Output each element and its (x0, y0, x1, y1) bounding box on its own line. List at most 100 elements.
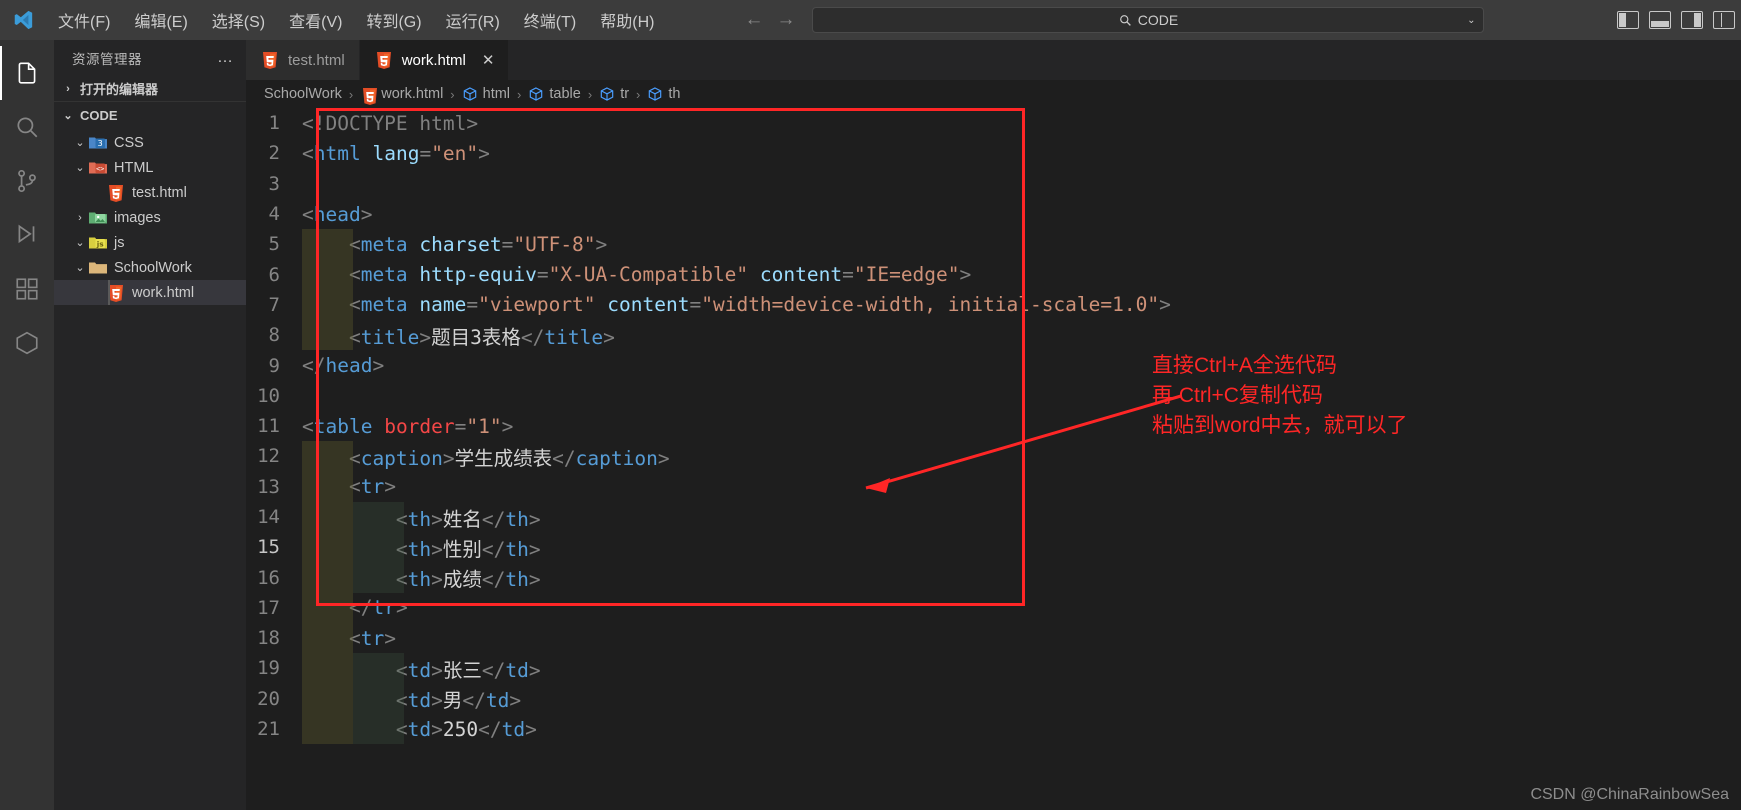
html5-icon (106, 183, 126, 203)
code-line[interactable]: 15 <th>性别</th> (246, 532, 1741, 563)
tree-item-label: test.html (132, 184, 187, 201)
breadcrumb-item-work-html[interactable]: work.html (360, 86, 443, 105)
code-line[interactable]: 9 </head> (246, 350, 1741, 380)
annotation-line: 粘贴到word中去，就可以了 (1152, 414, 1408, 437)
folder-icon (88, 258, 108, 278)
tree-item-css[interactable]: ⌄ 3 CSS (54, 130, 246, 155)
code-line[interactable]: 2 <html lang="en"> (246, 138, 1741, 168)
folder-images-icon (88, 208, 108, 228)
editor-tab-test-html[interactable]: test.html (246, 40, 360, 80)
breadcrumb-label: tr (620, 86, 630, 102)
breadcrumb-separator-icon: › (348, 86, 354, 102)
symbol-field-icon (647, 86, 663, 102)
search-icon (1119, 14, 1132, 27)
folder-html-icon: <> (88, 158, 108, 178)
menu-item-3[interactable]: 查看(V) (279, 5, 352, 35)
activity-explorer[interactable] (0, 46, 54, 100)
activity-bar (0, 40, 54, 810)
tree-item-html[interactable]: ⌄ <> HTML (54, 155, 246, 180)
breadcrumb-label: table (549, 86, 581, 102)
line-number: 15 (257, 536, 280, 559)
code-line[interactable]: 18 <tr> (246, 623, 1741, 654)
editor-area: test.html work.html ✕ SchoolWork › work.html… (246, 40, 1741, 810)
activity-search[interactable] (0, 100, 54, 154)
line-number: 21 (257, 718, 280, 741)
activity-remote-explorer[interactable] (0, 316, 54, 370)
tree-item-test-html[interactable]: test.html (54, 180, 246, 205)
explorer-more-actions-icon[interactable]: … (217, 50, 234, 66)
forward-arrow-icon[interactable]: → (776, 9, 795, 31)
open-editors-section[interactable]: › 打开的编辑器 (54, 76, 246, 102)
breadcrumb-item-th[interactable]: th (647, 86, 680, 102)
code-line-text: <td>男</td> (302, 689, 522, 713)
close-icon[interactable]: ✕ (482, 51, 495, 69)
code-line[interactable]: 20 <td>男</td> (246, 683, 1741, 714)
vscode-window: 文件(F) 编辑(E) 选择(S) 查看(V) 转到(G) 运行(R) 终端(T) 帮助(H)… (0, 0, 1741, 810)
line-number: 7 (268, 293, 280, 316)
tree-item-label: HTML (114, 159, 154, 176)
menu-item-6[interactable]: 终端(T) (514, 5, 586, 35)
breadcrumb-item-table[interactable]: table (528, 86, 581, 102)
code-line[interactable]: 1 <!DOCTYPE html> (246, 108, 1741, 138)
line-number: 11 (257, 415, 280, 438)
command-search-bar[interactable]: CODE ⌄ (812, 7, 1485, 33)
code-line[interactable]: 19 <td>张三</td> (246, 653, 1741, 684)
file-tree: ⌄ 3 CSS ⌄ <> HTML test.html › images ⌄ js js ⌄ School… (54, 128, 246, 305)
tree-item-images[interactable]: › images (54, 205, 246, 230)
html5-icon (374, 50, 394, 70)
tree-item-work-html[interactable]: work.html (54, 280, 246, 305)
toggle-secondary-sidebar-icon[interactable] (1681, 11, 1703, 29)
breadcrumb-item-tr[interactable]: tr (599, 86, 629, 102)
chevron-down-icon[interactable]: ⌄ (1467, 15, 1475, 26)
code-line[interactable]: 3 (246, 169, 1741, 199)
activity-run-debug[interactable] (0, 208, 54, 262)
tab-label: test.html (288, 51, 345, 69)
menu-item-7[interactable]: 帮助(H) (590, 5, 664, 35)
code-line[interactable]: 17 </tr> (246, 592, 1741, 624)
tree-item-js[interactable]: ⌄ js js (54, 230, 246, 255)
customize-layout-icon[interactable] (1713, 11, 1735, 29)
tab-label: work.html (401, 51, 466, 69)
workspace-root-label: CODE (80, 107, 118, 123)
code-line[interactable]: 5 <meta charset="UTF-8"> (246, 229, 1741, 260)
toggle-primary-sidebar-icon[interactable] (1617, 11, 1639, 29)
line-number: 20 (257, 687, 280, 710)
tree-item-schoolwork[interactable]: ⌄ SchoolWork (54, 255, 246, 280)
back-arrow-icon[interactable]: ← (744, 9, 763, 31)
html5-icon (106, 283, 126, 303)
code-line-text: </head> (302, 354, 385, 378)
activity-source-control[interactable] (0, 154, 54, 208)
menu-item-4[interactable]: 转到(G) (356, 5, 431, 35)
html5-icon (260, 50, 280, 70)
code-line[interactable]: 6 <meta http-equiv="X-UA-Compatible" con… (246, 259, 1741, 290)
breadcrumb-item-SchoolWork[interactable]: SchoolWork (264, 86, 342, 102)
menu-item-5[interactable]: 运行(R) (436, 5, 510, 35)
explorer-sidebar: 资源管理器 … › 打开的编辑器 ⌄ CODE ⌄ 3 CSS ⌄ <> HTML test… (54, 40, 246, 810)
line-number: 16 (257, 566, 280, 589)
workspace-root-section[interactable]: ⌄ CODE (54, 102, 246, 128)
breadcrumb-separator-icon: › (517, 86, 522, 102)
line-number: 10 (257, 384, 280, 407)
code-line-text: <meta name="viewport" content="width=dev… (302, 293, 1171, 317)
menu-item-0[interactable]: 文件(F) (48, 5, 120, 35)
editor-tabs: test.html work.html ✕ (246, 40, 1741, 80)
code-line-text: <th>性别</th> (302, 537, 541, 561)
code-line[interactable]: 7 <meta name="viewport" content="width=d… (246, 289, 1741, 321)
breadcrumb: SchoolWork › work.html › html › table › tr › th (246, 80, 1741, 108)
code-line[interactable]: 4 <head> (246, 199, 1741, 229)
toggle-panel-icon[interactable] (1649, 11, 1671, 29)
menu-item-1[interactable]: 编辑(E) (124, 5, 197, 35)
vscode-logo-icon (0, 0, 46, 40)
editor-tab-work-html[interactable]: work.html ✕ (359, 40, 510, 80)
tree-item-label: SchoolWork (114, 259, 192, 276)
svg-text:3: 3 (98, 139, 103, 148)
code-line[interactable]: 21 <td>250</td> (246, 713, 1741, 745)
breadcrumb-item-html[interactable]: html (462, 86, 510, 102)
code-editor[interactable]: 1 <!DOCTYPE html> 2 <html lang="en"> 3 4 <head… (246, 108, 1741, 810)
menu-item-2[interactable]: 选择(S) (202, 5, 275, 35)
code-line[interactable]: 8 <title>题目3表格</title> (246, 320, 1741, 351)
activity-extensions[interactable] (0, 262, 54, 316)
annotation-line: 直接Ctrl+A全选代码 (1152, 354, 1337, 377)
breadcrumb-label: SchoolWork (264, 86, 342, 102)
code-line[interactable]: 16 <th>成绩</th> (246, 562, 1741, 593)
